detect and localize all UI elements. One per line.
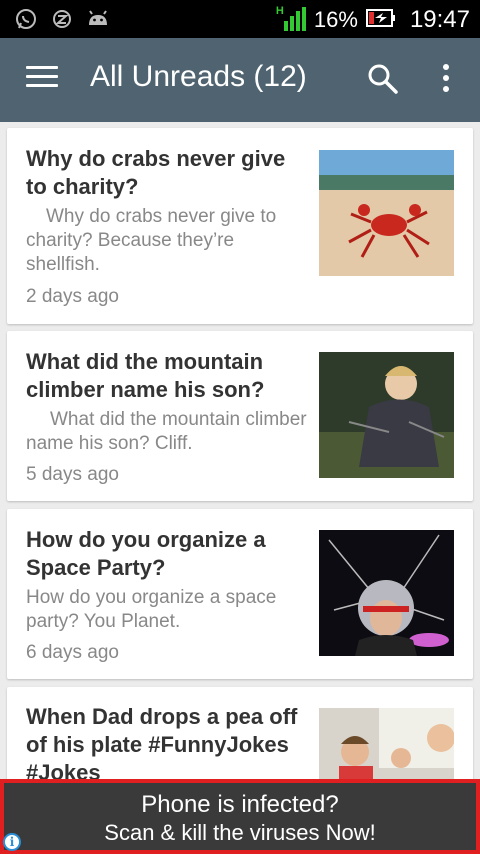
ad-subline: Scan & kill the viruses Now! xyxy=(104,820,376,845)
feed-item[interactable]: How do you organize a Space Party? How d… xyxy=(7,509,473,679)
app-bar: All Unreads (12) xyxy=(0,38,480,122)
ad-info-icon[interactable]: i xyxy=(3,833,21,851)
feed-item[interactable]: What did the mountain climber name his s… xyxy=(7,331,473,501)
battery-charging-icon xyxy=(365,8,396,33)
feed-item-time: 2 days ago xyxy=(26,286,119,307)
signal-icon: H xyxy=(275,5,306,33)
feed-item-time: 5 days ago xyxy=(26,464,119,485)
whatsapp-icon xyxy=(14,8,38,30)
ad-banner[interactable]: Phone is infected? Scan & kill the virus… xyxy=(0,779,480,854)
ad-headline: Phone is infected? xyxy=(141,791,339,818)
feed-item-title: Why do crabs never give to charity? xyxy=(26,146,286,199)
feed-item-excerpt: How do you organize a space party? You P… xyxy=(26,587,277,632)
page-title: All Unreads (12) xyxy=(90,60,307,93)
ad-banner-body: Phone is infected? Scan & kill the virus… xyxy=(4,783,476,850)
status-time: 19:47 xyxy=(409,6,470,33)
feed-item-title: How do you organize a Space Party? xyxy=(26,527,266,580)
status-bar: H 16% 19:47 xyxy=(0,0,480,38)
feed-item-excerpt: What did the mountain climber name his s… xyxy=(26,409,307,454)
battery-percent: 16% xyxy=(313,7,358,32)
feed-item-excerpt: Why do crabs never give to charity? Beca… xyxy=(26,206,277,275)
feed-item[interactable]: Why do crabs never give to charity? Why … xyxy=(7,128,473,324)
feed-item-thumbnail xyxy=(319,530,454,656)
feed-item-thumbnail xyxy=(319,150,454,276)
feed-item-title: What did the mountain climber name his s… xyxy=(26,349,265,402)
hamburger-menu-icon[interactable] xyxy=(26,66,58,92)
more-vert-icon[interactable] xyxy=(436,64,456,98)
feed-item-title: When Dad drops a pea off of his plate #F… xyxy=(26,704,298,785)
z-app-icon xyxy=(50,8,74,30)
feed-item-thumbnail xyxy=(319,352,454,478)
feed-item-time: 6 days ago xyxy=(26,642,119,663)
search-icon[interactable] xyxy=(366,62,400,96)
android-icon xyxy=(86,8,110,30)
signal-label: H xyxy=(275,5,284,17)
